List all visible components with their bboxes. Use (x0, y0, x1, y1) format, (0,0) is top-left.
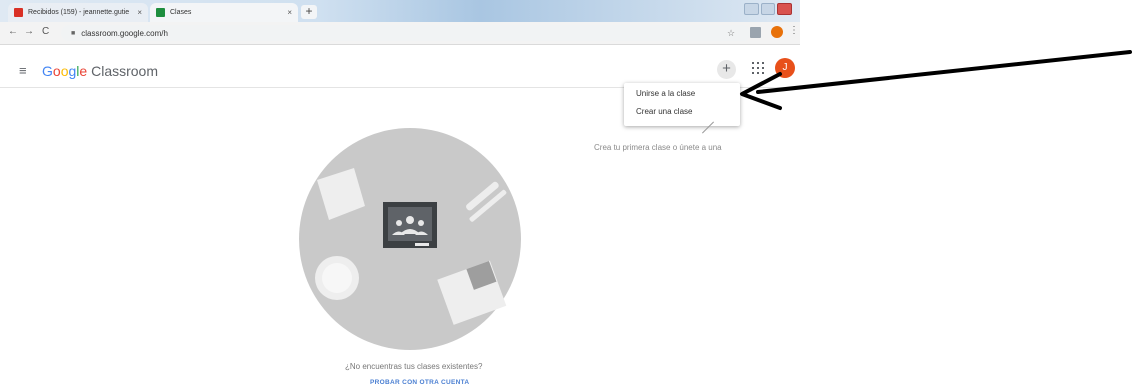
join-class-menu-item[interactable]: Unirse a la clase (636, 89, 695, 98)
reload-button[interactable]: C (42, 26, 49, 37)
tab-label: Recibidos (159) - jeannette.gutie (28, 9, 130, 16)
browser-window: Recibidos (159) - jeannette.gutie × Clas… (0, 0, 800, 391)
browser-profile-icon[interactable] (771, 26, 783, 38)
close-window-button[interactable] (777, 3, 793, 15)
first-class-hint: Crea tu primera clase o únete a una (594, 143, 722, 152)
back-button[interactable]: ← (8, 26, 18, 37)
tab-strip: Recibidos (159) - jeannette.gutie × Clas… (0, 0, 800, 22)
forward-button[interactable]: → (24, 26, 34, 37)
create-class-menu-item[interactable]: Crear una clase (636, 107, 692, 116)
minimize-button[interactable] (744, 3, 759, 15)
add-class-menu: Unirse a la clase Crear una clase (624, 83, 740, 126)
address-bar[interactable]: ■ classroom.google.com/h (61, 25, 751, 41)
lock-icon: ■ (71, 29, 76, 37)
annotation-arrow (740, 50, 1132, 110)
browser-toolbar: ← → C ■ classroom.google.com/h ☆ ⋮ (0, 22, 800, 45)
hamburger-menu-icon[interactable]: ≡ (19, 64, 27, 77)
extension-icon[interactable] (750, 27, 761, 38)
google-classroom-logo[interactable]: Google Classroom (42, 63, 158, 79)
tab-gmail[interactable]: Recibidos (159) - jeannette.gutie × (8, 3, 148, 22)
classroom-icon (156, 8, 165, 17)
url-text: classroom.google.com/h (81, 28, 168, 38)
browser-menu-icon[interactable]: ⋮ (789, 25, 799, 36)
close-icon[interactable]: × (137, 8, 142, 17)
maximize-button[interactable] (760, 3, 776, 15)
try-other-account-link[interactable]: PROBAR CON OTRA CUENTA (370, 379, 469, 386)
close-icon[interactable]: × (287, 8, 292, 17)
gmail-icon (14, 8, 23, 17)
product-name: Classroom (91, 63, 158, 79)
tab-clases[interactable]: Clases × (150, 3, 298, 22)
window-controls[interactable] (744, 3, 793, 15)
empty-classroom-illustration (299, 128, 521, 350)
tab-label: Clases (170, 9, 192, 16)
new-tab-button[interactable]: + (301, 5, 317, 19)
no-classes-question: ¿No encuentras tus clases existentes? (345, 362, 483, 371)
bookmark-star-icon[interactable]: ☆ (727, 28, 735, 39)
